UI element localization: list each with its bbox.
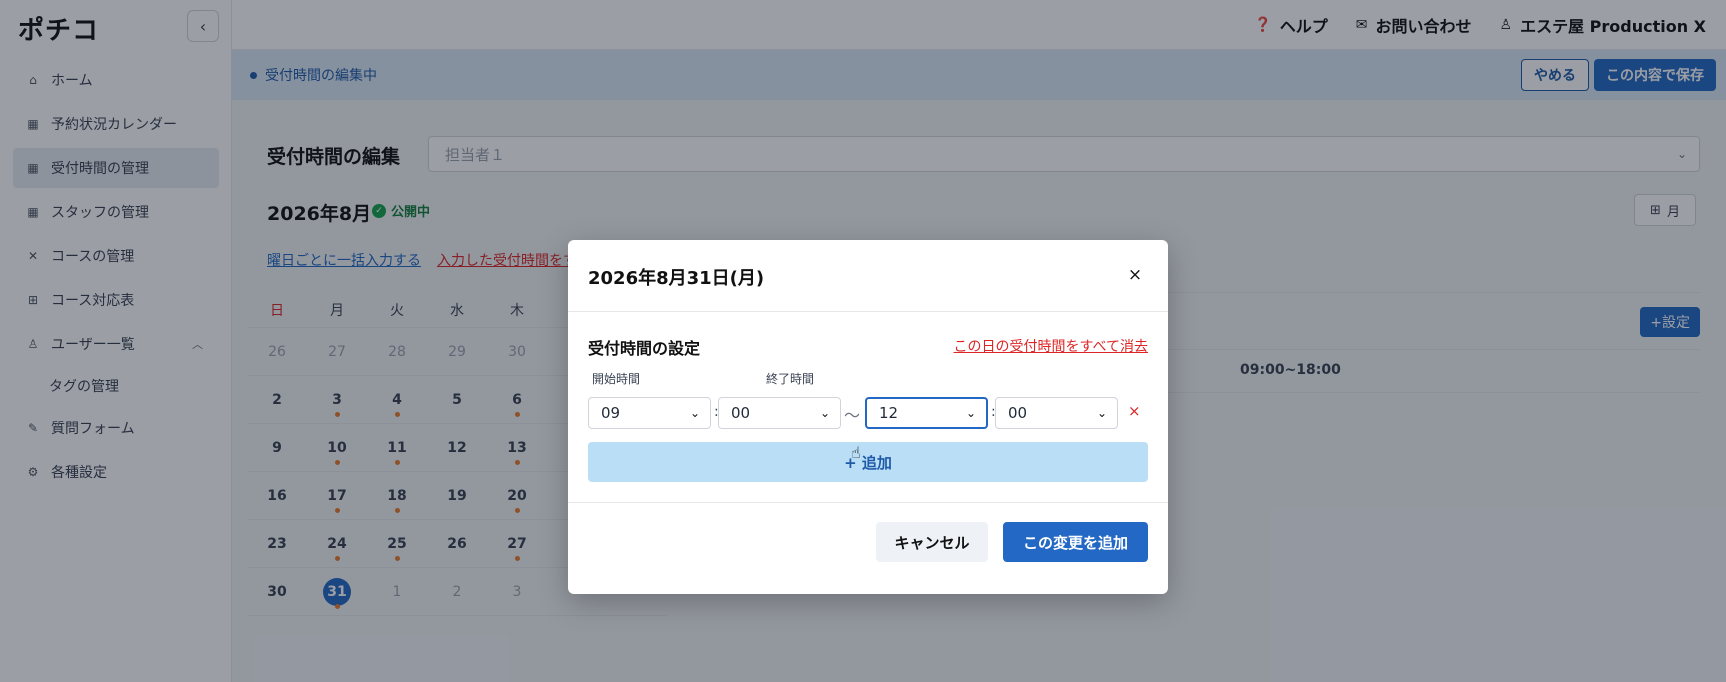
day-settings-modal: 2026年8月31日(月) × 受付時間の設定 この日の受付時間をすべて消去 開… [568, 240, 1168, 594]
chevron-down-icon: ⌄ [1096, 406, 1107, 420]
end-hour-select[interactable]: 12 ⌄ [865, 397, 988, 429]
end-time-label: 終了時間 [766, 372, 815, 386]
range-separator: 〜 [844, 406, 861, 425]
start-minute-select[interactable]: 00 ⌄ [718, 397, 841, 429]
modal-title: 2026年8月31日(月) [588, 268, 765, 289]
chevron-down-icon: ⌄ [819, 406, 830, 420]
modal-header: 2026年8月31日(月) × [568, 240, 1168, 312]
remove-row-icon[interactable]: × [1128, 402, 1141, 420]
cancel-button[interactable]: キャンセル [876, 522, 988, 562]
add-time-button[interactable]: + 追加 [588, 442, 1148, 482]
chevron-down-icon: ⌄ [689, 406, 700, 420]
clear-day-link[interactable]: この日の受付時間をすべて消去 [954, 336, 1148, 356]
divider [568, 502, 1168, 503]
end-minute-select[interactable]: 00 ⌄ [995, 397, 1118, 429]
close-icon[interactable]: × [1122, 262, 1148, 288]
start-hour-select[interactable]: 09 ⌄ [588, 397, 711, 429]
chevron-down-icon: ⌄ [965, 406, 976, 420]
section-title: 受付時間の設定 [588, 339, 701, 358]
pointer-cursor-icon: ☝ [851, 443, 861, 462]
apply-button[interactable]: この変更を追加 [1003, 522, 1148, 562]
start-time-label: 開始時間 [592, 372, 641, 386]
